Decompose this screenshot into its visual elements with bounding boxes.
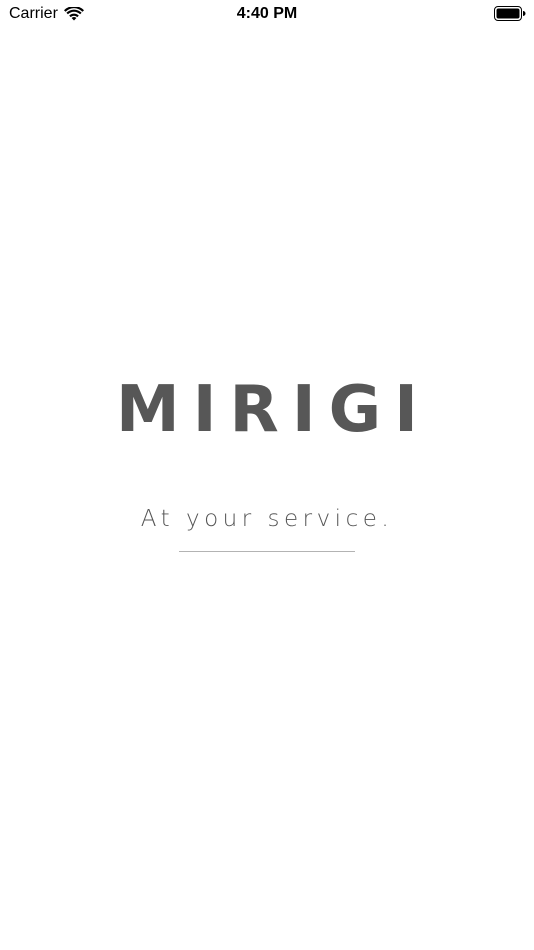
app-logo: MIRIGI: [116, 373, 431, 447]
logo-container: MIRIGI: [0, 378, 534, 442]
status-bar: Carrier 4:40 PM: [0, 0, 534, 28]
battery-icon: [494, 6, 526, 26]
status-time: 4:40 PM: [236, 5, 298, 22]
tagline: At your service.: [140, 506, 394, 532]
tagline-divider: [179, 551, 355, 552]
